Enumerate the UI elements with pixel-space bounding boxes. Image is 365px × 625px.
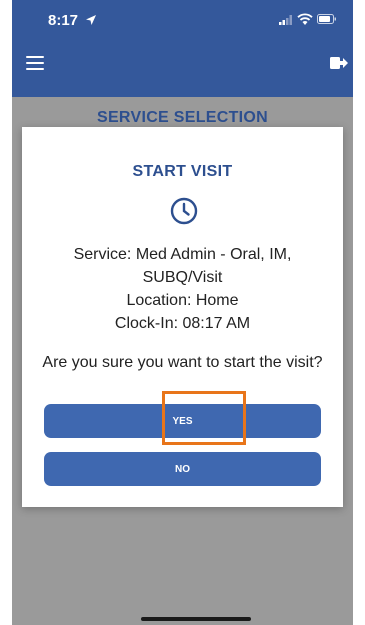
signal-icon [279,15,292,25]
phone-screen: 8:17 SERVICE SELECTION START VISIT Servi… [12,0,353,625]
wifi-icon [297,13,313,25]
yes-button[interactable]: YES [44,404,321,438]
location-text: Location: Home [126,292,239,309]
visit-details: Service: Med Admin - Oral, IM, SUBQ/Visi… [32,243,333,335]
no-button[interactable]: NO [44,452,321,486]
home-indicator [141,617,251,621]
status-bar: 8:17 [12,0,353,36]
status-time: 8:17 [48,12,79,29]
service-line-1: Service: Med Admin - Oral, IM, [73,246,292,263]
battery-icon [317,14,336,24]
service-line-2: SUBQ/Visit [142,269,223,286]
location-arrow-icon [86,15,96,25]
start-visit-dialog: START VISIT Service: Med Admin - Oral, I… [22,127,343,507]
clock-icon [170,197,198,225]
confirm-question: Are you sure you want to start the visit… [42,354,323,371]
clock-in-text: Clock-In: 08:17 AM [114,315,251,332]
app-bar: 8:17 [12,0,353,97]
logout-icon[interactable] [330,55,348,71]
dialog-title: START VISIT [132,163,233,180]
service-selection-title: SERVICE SELECTION [96,109,269,126]
menu-icon[interactable] [26,56,44,70]
